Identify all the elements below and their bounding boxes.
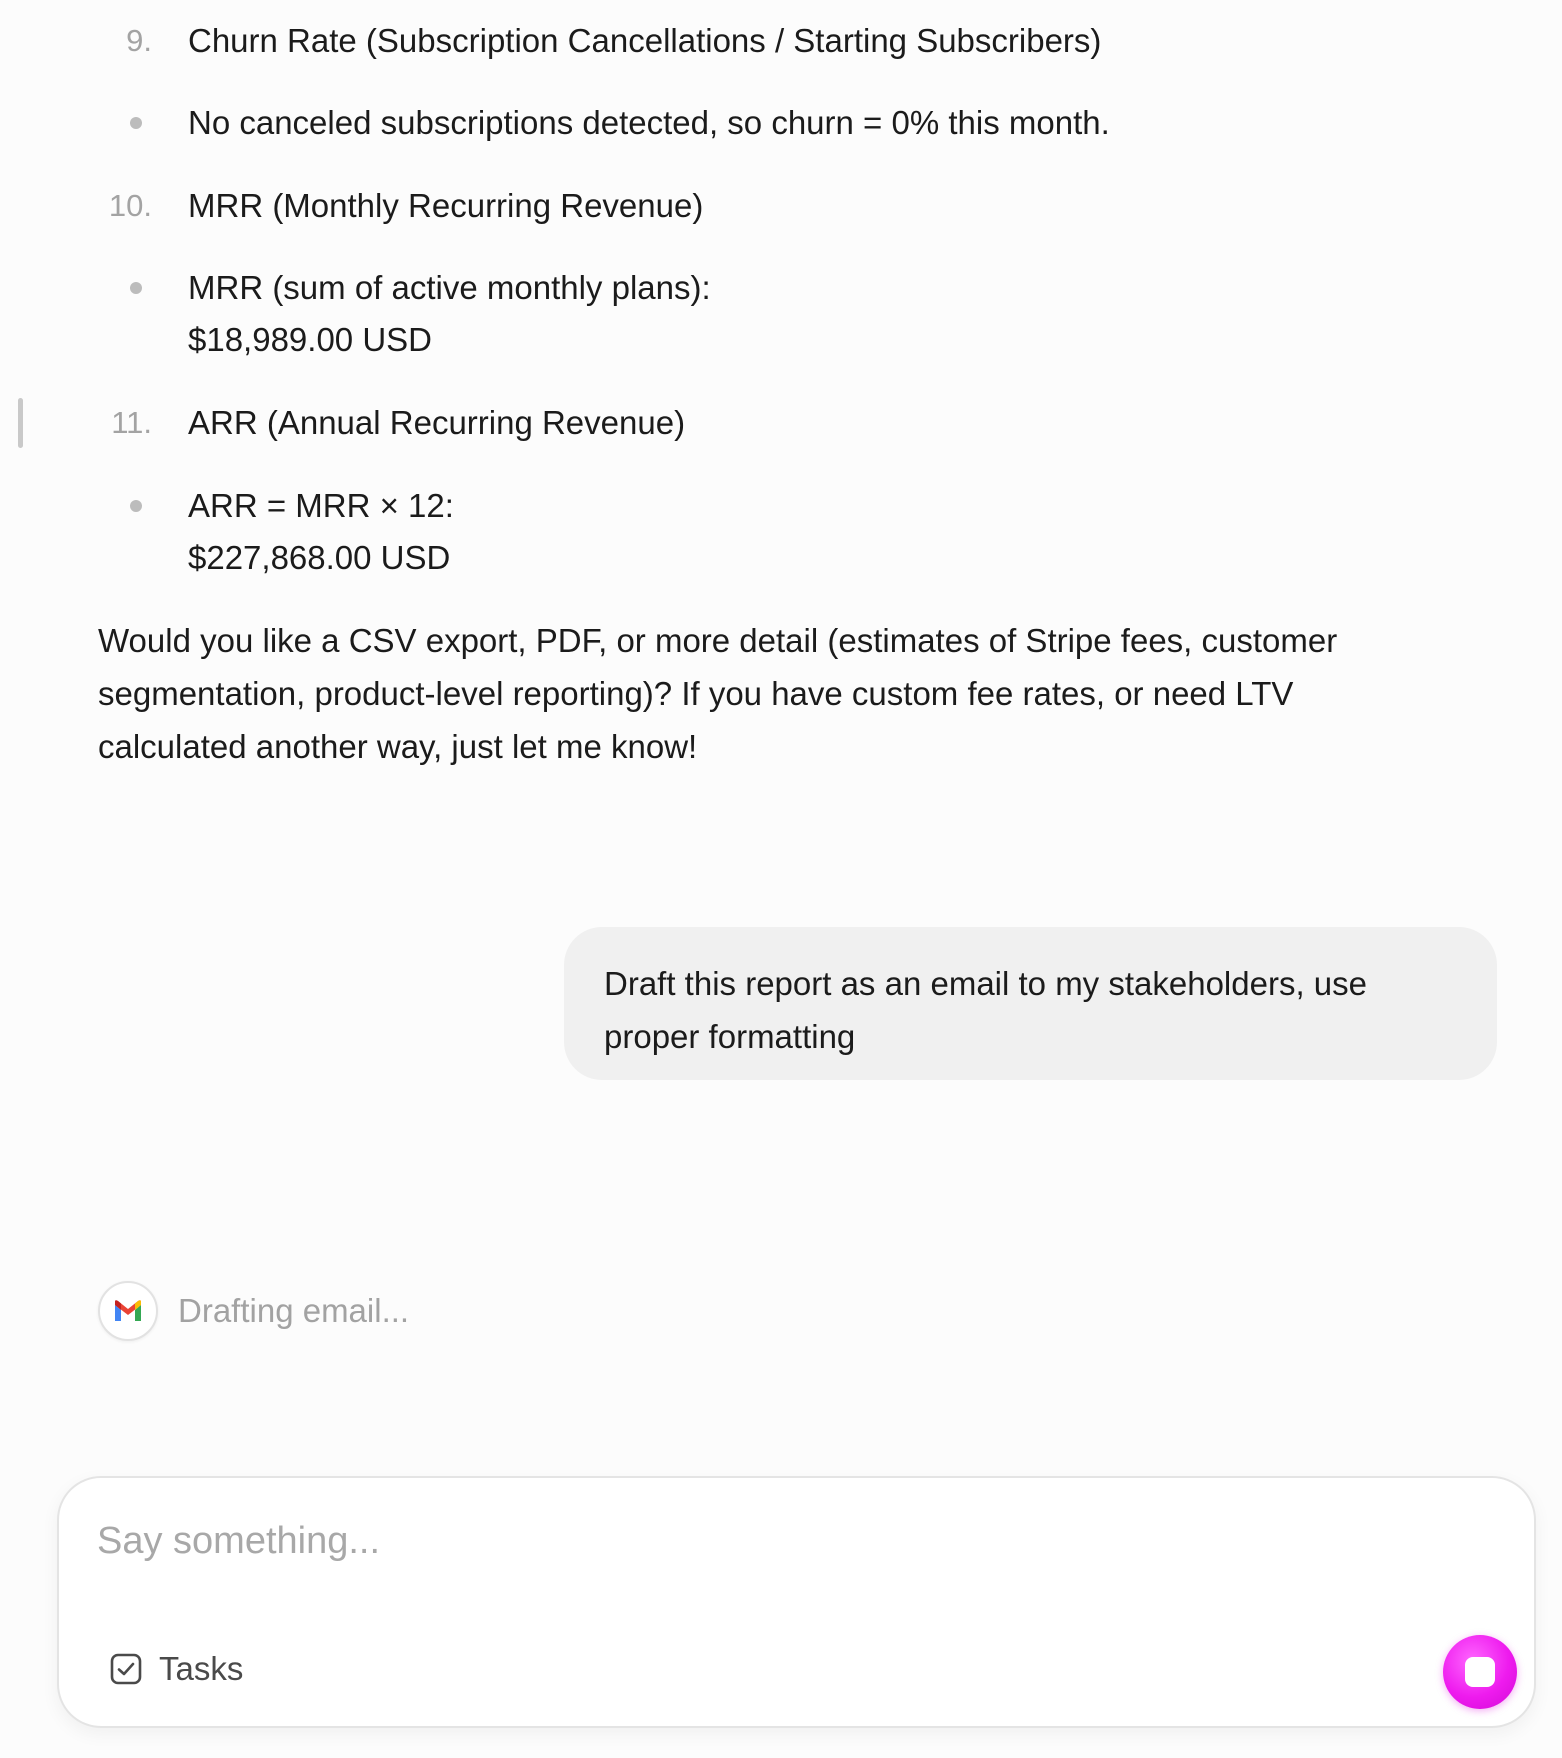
list-item-text: MRR (sum of active monthly plans): bbox=[188, 269, 711, 306]
list-item: ARR = MRR × 12: $227,868.00 USD bbox=[0, 480, 1400, 584]
list-number: 11. bbox=[111, 405, 152, 440]
message-input[interactable] bbox=[97, 1506, 1297, 1576]
list-number: 9. bbox=[126, 23, 152, 58]
bullet-dot bbox=[130, 282, 142, 294]
assistant-follow-up-text: Would you like a CSV export, PDF, or mor… bbox=[98, 622, 1338, 765]
gmail-icon bbox=[98, 1281, 158, 1341]
list-item-text: ARR (Annual Recurring Revenue) bbox=[188, 404, 686, 441]
tasks-label: Tasks bbox=[159, 1650, 244, 1687]
stop-button[interactable] bbox=[1443, 1635, 1517, 1709]
list-item-value: $227,868.00 USD bbox=[188, 539, 451, 576]
list-number: 10. bbox=[108, 188, 152, 223]
user-message-bubble: Draft this report as an email to my stak… bbox=[564, 927, 1497, 1080]
list-item-text: No canceled subscriptions detected, so c… bbox=[188, 104, 1110, 141]
list-item: MRR (sum of active monthly plans): $18,9… bbox=[0, 262, 1400, 366]
list-item-value: $18,989.00 USD bbox=[188, 321, 433, 358]
bullet-dot bbox=[130, 117, 142, 129]
checkbox-icon bbox=[110, 1653, 142, 1685]
tasks-button[interactable]: Tasks bbox=[109, 1646, 243, 1692]
list-item-text: ARR = MRR × 12: bbox=[188, 487, 454, 524]
chat-page: 9. Churn Rate (Subscription Cancellation… bbox=[0, 0, 1562, 1758]
list-item-text: MRR (Monthly Recurring Revenue) bbox=[188, 187, 704, 224]
message-composer: Tasks bbox=[57, 1476, 1536, 1728]
bullet-dot bbox=[130, 500, 142, 512]
user-message-text: Draft this report as an email to my stak… bbox=[604, 965, 1367, 1055]
list-item-text: Churn Rate (Subscription Cancellations /… bbox=[188, 22, 1102, 59]
tool-status-text: Drafting email... bbox=[178, 1292, 410, 1329]
stop-icon bbox=[1465, 1657, 1495, 1687]
